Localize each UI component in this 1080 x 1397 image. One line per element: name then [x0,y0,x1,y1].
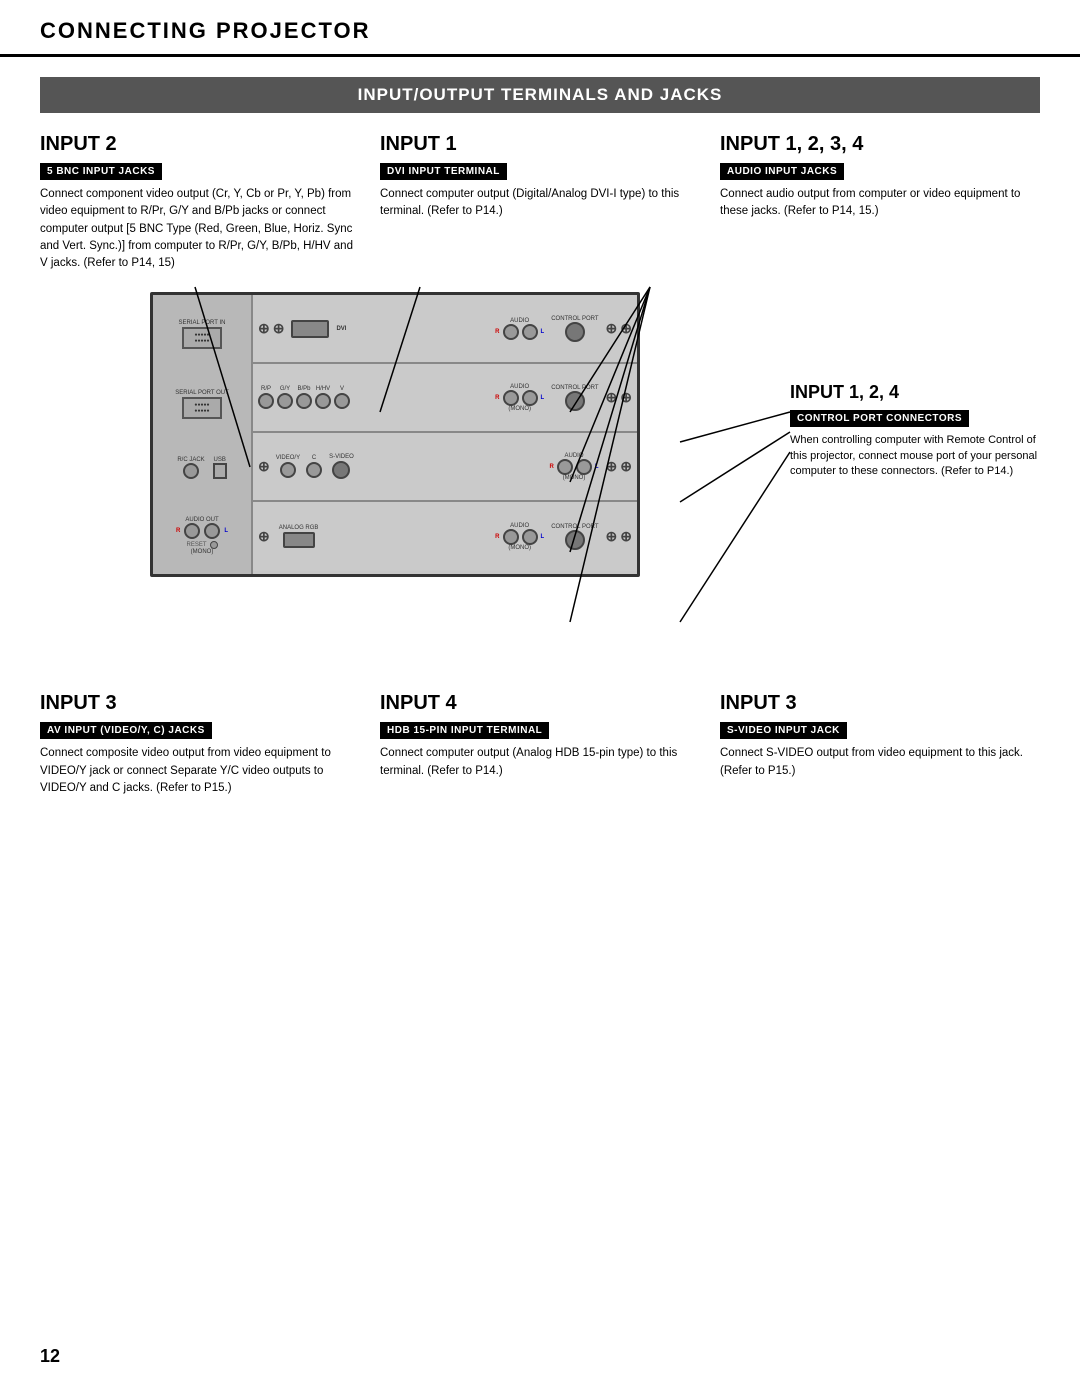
bnc-group: R/P G/Y B/Pb H/HV [258,386,350,409]
input124-tag: CONTROL PORT CONNECTORS [790,410,969,427]
input3-bottom-left-tag: AV INPUT (VIDEO/Y, C) JACKS [40,722,212,739]
rc-jack-label: R/C JACK [177,457,204,463]
bnc-gy [277,393,293,409]
page-title: CONNECTING PROJECTOR [40,18,1040,54]
input3-svideo [332,461,350,479]
input1234-heading: INPUT 1, 2, 3, 4 [720,133,1040,156]
input3-c [306,462,322,478]
usb-conn [213,463,227,479]
input1-audio-r [503,324,519,340]
input1234-column: INPUT 1, 2, 3, 4 AUDIO INPUT JACKS Conne… [720,133,1040,272]
input4-audio-l [522,529,538,545]
audio-out-l [204,523,220,539]
input4-bottom-description: Connect computer output (Analog HDB 15-p… [380,745,700,780]
input3-audio-r [557,459,573,475]
input4-vga [283,532,315,548]
input3-bottom-left-description: Connect composite video output from vide… [40,745,360,797]
input1-description: Connect computer output (Digital/Analog … [380,186,700,221]
input1234-tag: AUDIO INPUT JACKS [720,163,844,180]
bnc-bpb [296,393,312,409]
input2-column: INPUT 2 5 BNC INPUT JACKS Connect compon… [40,133,360,272]
page-number: 12 [40,1346,60,1367]
input2-heading: INPUT 2 [40,133,360,156]
input1-audio-l [522,324,538,340]
panel-main: ⊕ ⊕ DVI AUDIO R L [253,295,637,577]
serial-port-in-conn: ●●●●●●●●●● [182,327,222,349]
panel-row-input1: ⊕ ⊕ DVI AUDIO R L [253,295,637,364]
input4-bottom-column: INPUT 4 HDB 15-PIN INPUT TERMINAL Connec… [380,692,700,797]
bnc-hhv [315,393,331,409]
bottom-columns: INPUT 3 AV INPUT (VIDEO/Y, C) JACKS Conn… [40,692,1040,797]
input3-bottom-right-description: Connect S-VIDEO output from video equipm… [720,745,1040,780]
input124-description: When controlling computer with Remote Co… [790,433,1040,479]
input3-bottom-left-column: INPUT 3 AV INPUT (VIDEO/Y, C) JACKS Conn… [40,692,360,797]
input2-side-label: INPUT 2 [639,364,640,431]
input2-ctrl-port [565,391,585,411]
bnc-rp [258,393,274,409]
input3-video-y [280,462,296,478]
input4-side-label: INPUT 4 [639,502,640,571]
input1-column: INPUT 1 DVI INPUT TERMINAL Connect compu… [380,133,700,272]
input1-ctrl-port [565,322,585,342]
panel-row-input4: ⊕ ANALOG RGB AUDIO R L [253,502,637,571]
rc-jack-conn [183,463,199,479]
mono-label-left: (MONO) [191,549,214,555]
panel-row-input3: ⊕ VIDEO/Y C S-VIDEO AUDIO [253,433,637,502]
input4-bottom-tag: HDB 15-PIN INPUT TERMINAL [380,722,549,739]
section-title: INPUT/OUTPUT TERMINALS AND JACKS [40,77,1040,113]
serial-port-out-label: SERIAL PORT OUT [175,390,229,396]
input1234-description: Connect audio output from computer or vi… [720,186,1040,221]
input124-heading: INPUT 1, 2, 4 [790,382,1040,403]
input4-audio-r [503,529,519,545]
serial-port-in-label: SERIAL PORT IN [179,320,226,326]
reset-button [210,541,218,549]
input2-audio-l [522,390,538,406]
input2-tag: 5 BNC INPUT JACKS [40,163,162,180]
top-columns: INPUT 2 5 BNC INPUT JACKS Connect compon… [40,133,1040,272]
page: CONNECTING PROJECTOR INPUT/OUTPUT TERMIN… [0,0,1080,1397]
panel-row-input2: R/P G/Y B/Pb H/HV [253,364,637,433]
input1-tag: DVI INPUT TERMINAL [380,163,507,180]
panel-left-strip: SERIAL PORT IN ●●●●●●●●●● SERIAL PORT OU… [153,295,253,577]
input3-bottom-right-tag: S-VIDEO INPUT JACK [720,722,847,739]
diagram-wrapper: SERIAL PORT IN ●●●●●●●●●● SERIAL PORT OU… [40,282,1040,662]
serial-port-out-conn: ●●●●●●●●●● [182,397,222,419]
input2-audio-r [503,390,519,406]
input124-right-block: INPUT 1, 2, 4 CONTROL PORT CONNECTORS Wh… [790,382,1040,479]
main-content: INPUT/OUTPUT TERMINALS AND JACKS INPUT 2… [0,57,1080,817]
input4-ctrl-port [565,530,585,550]
panel-diagram: SERIAL PORT IN ●●●●●●●●●● SERIAL PORT OU… [150,292,640,577]
input3-bottom-left-heading: INPUT 3 [40,692,360,715]
input3-bottom-right-heading: INPUT 3 [720,692,1040,715]
input3-audio-l [576,459,592,475]
input4-bottom-heading: INPUT 4 [380,692,700,715]
input2-description: Connect component video output (Cr, Y, C… [40,186,360,272]
input1-heading: INPUT 1 [380,133,700,156]
page-header: CONNECTING PROJECTOR [0,0,1080,57]
input3-bottom-right-column: INPUT 3 S-VIDEO INPUT JACK Connect S-VID… [720,692,1040,797]
dvi-terminal [291,320,329,338]
input1-side-label: INPUT 1 [639,295,640,362]
audio-out-r [184,523,200,539]
input3-side-label: INPUT 3 [639,433,640,500]
bnc-v [334,393,350,409]
